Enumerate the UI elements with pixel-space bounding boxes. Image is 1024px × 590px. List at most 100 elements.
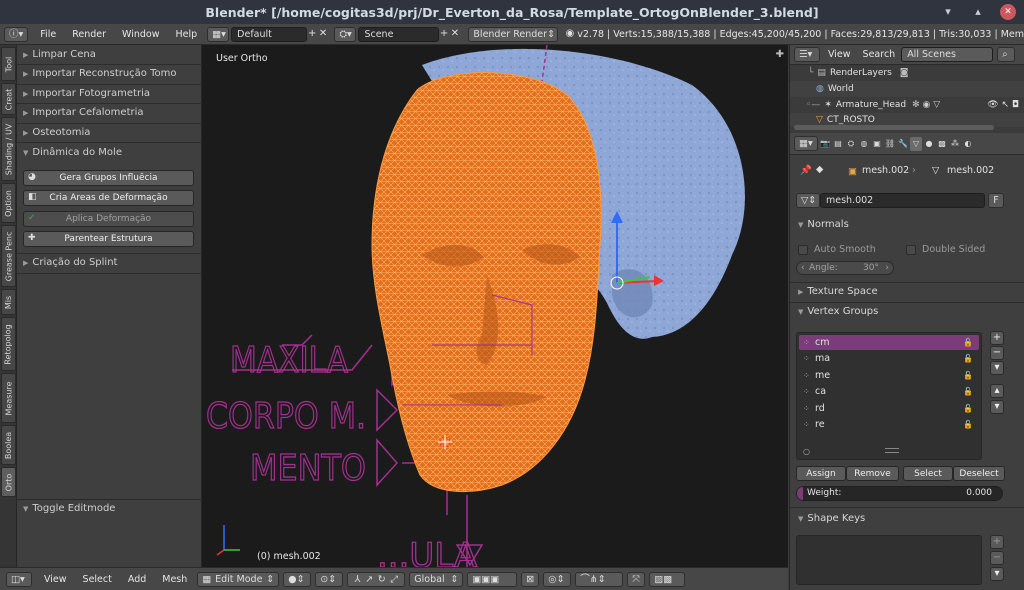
- fake-user-button[interactable]: F: [988, 193, 1004, 208]
- gera-grupos-button[interactable]: ◕ Gera Grupos Influêcia: [23, 170, 194, 186]
- menu-render[interactable]: Render: [64, 29, 114, 40]
- select-mode-icon[interactable]: ⊠: [521, 571, 540, 587]
- double-sided-checkbox[interactable]: Double Sided: [906, 244, 985, 255]
- vertex-group-row[interactable]: ⁘ ca 🔓: [799, 384, 979, 399]
- vertex-group-row[interactable]: ⁘ me 🔓: [799, 368, 979, 383]
- outliner-scrollbar[interactable]: [794, 125, 994, 130]
- tab-tool[interactable]: Tool: [1, 47, 16, 81]
- lock-icon[interactable]: 🔓: [963, 371, 973, 380]
- lock-icon[interactable]: 🔓: [963, 338, 973, 347]
- remove-vertex-group-button[interactable]: −: [990, 346, 1004, 360]
- vertex-group-row[interactable]: ⁘ ma 🔓: [799, 351, 979, 366]
- angle-field[interactable]: ‹ Angle: 30° ›: [796, 261, 894, 275]
- visibility-icons[interactable]: 👁 ↖ ◘: [987, 100, 1019, 110]
- shape-key-list[interactable]: [796, 535, 982, 585]
- snap-target-icon[interactable]: ⤧: [627, 571, 646, 587]
- tab-shading-uv[interactable]: Shading / UV: [1, 117, 16, 181]
- resize-grip-icon[interactable]: [885, 448, 899, 453]
- vertex-group-row[interactable]: ⁘ re 🔓: [799, 417, 979, 432]
- remove-shape-key-button[interactable]: −: [990, 551, 1004, 565]
- render-layers-tab-icon[interactable]: ▤: [832, 137, 844, 151]
- add-vertex-group-button[interactable]: +: [990, 331, 1004, 345]
- assign-button[interactable]: Assign: [796, 466, 846, 481]
- outliner-menu-search[interactable]: Search: [859, 49, 900, 60]
- maximize-icon[interactable]: ▴: [970, 4, 986, 20]
- object-tab-icon[interactable]: ▣: [871, 137, 883, 151]
- expand-icon[interactable]: ✚: [776, 49, 784, 60]
- outliner-row-renderlayers[interactable]: └ ▤ RenderLayers ◙: [790, 65, 1024, 81]
- lock-icon[interactable]: 🔓: [963, 354, 973, 363]
- shading-select[interactable]: ●⇕: [283, 571, 312, 587]
- tab-options[interactable]: Option: [1, 183, 16, 223]
- menu-view[interactable]: View: [36, 574, 75, 585]
- close-icon[interactable]: ✕: [1000, 4, 1016, 20]
- manipulator-toggles[interactable]: ⅄ ↗ ↻ ⤢: [347, 571, 406, 587]
- menu-help[interactable]: Help: [167, 29, 205, 40]
- lock-icon[interactable]: 🔓: [963, 387, 973, 396]
- outliner-menu-view[interactable]: View: [820, 49, 859, 60]
- pin-icon[interactable]: 📌: [800, 165, 812, 176]
- mesh-browse-icon[interactable]: ▽⇕: [796, 193, 820, 208]
- tab-measure[interactable]: Measure: [1, 373, 16, 423]
- editor-type-3d-icon[interactable]: ◫▾: [6, 571, 32, 587]
- scene-field[interactable]: Scene: [358, 26, 439, 42]
- lock-icon[interactable]: 🔓: [963, 420, 973, 429]
- tab-create[interactable]: Creat: [1, 83, 16, 115]
- shape-keys-panel[interactable]: ▼ Shape Keys: [798, 513, 865, 524]
- search-icon[interactable]: ⌕: [997, 47, 1016, 62]
- constraints-tab-icon[interactable]: ⛓: [884, 137, 896, 151]
- select-button[interactable]: Select: [903, 466, 953, 481]
- editor-type-properties-icon[interactable]: ▦▾: [794, 136, 818, 151]
- deselect-button[interactable]: Deselect: [953, 466, 1005, 481]
- world-tab-icon[interactable]: ◍: [858, 137, 870, 151]
- add-screen-icon[interactable]: +: [307, 27, 318, 41]
- menu-add[interactable]: Add: [120, 574, 154, 585]
- tab-boolean[interactable]: Boolea: [1, 425, 16, 465]
- material-tab-icon[interactable]: ●: [923, 137, 935, 151]
- snap-toggles[interactable]: ⌒⋔⇕: [575, 571, 624, 587]
- add-scene-icon[interactable]: +: [439, 27, 450, 41]
- move-up-button[interactable]: ▴: [990, 384, 1004, 398]
- parentear-estrutura-button[interactable]: ✚ Parentear Estrutura: [23, 231, 194, 247]
- panel-limpar-cena[interactable]: ▶ Limpar Cena: [23, 49, 96, 60]
- minimize-icon[interactable]: ▾: [940, 4, 956, 20]
- vertex-group-specials-button[interactable]: ▾: [990, 361, 1004, 375]
- physics-tab-icon[interactable]: ◐: [962, 137, 974, 151]
- tab-orto[interactable]: Orto: [1, 467, 16, 497]
- vertex-group-list[interactable]: ⁘ cm 🔓 ⁘ ma 🔓 ⁘ me 🔓 ⁘ ca 🔓 ⁘ rd 🔓 ⁘ re 🔓 ○: [796, 332, 982, 460]
- remove-button[interactable]: Remove: [846, 466, 899, 481]
- menu-file[interactable]: File: [32, 29, 64, 40]
- outliner-filter-select[interactable]: All Scenes: [901, 47, 994, 62]
- vertex-groups-panel[interactable]: ▼ Vertex Groups: [798, 306, 878, 317]
- layer-buttons[interactable]: ▣▣▣: [467, 571, 518, 587]
- panel-importar-fotogrametria[interactable]: ▶ Importar Fotogrametria: [23, 88, 150, 99]
- move-down-button[interactable]: ▾: [990, 400, 1004, 414]
- panel-importar-tomo[interactable]: ▶ Importar Reconstrução Tomo: [23, 68, 177, 79]
- proportional-edit-select[interactable]: ◎⇕: [543, 571, 572, 587]
- panel-criacao-splint[interactable]: ▶ Criação do Splint: [23, 257, 117, 268]
- pivot-select[interactable]: ⊙⇕: [315, 571, 344, 587]
- tab-misc[interactable]: Mis: [1, 289, 16, 315]
- vertex-group-row[interactable]: ⁘ cm 🔓: [799, 335, 979, 350]
- editor-type-info-icon[interactable]: ⓘ▾: [4, 26, 29, 42]
- panel-toggle-editmode[interactable]: ▼ Toggle Editmode: [23, 503, 115, 514]
- vertex-group-row[interactable]: ⁘ rd 🔓: [799, 401, 979, 416]
- 3d-viewport[interactable]: MAXILA CORPO M. MENTO ...ULA User Ortho …: [202, 45, 788, 567]
- scene-icon[interactable]: ⛭▾: [334, 26, 357, 42]
- texture-space-panel[interactable]: ▶ Texture Space: [798, 286, 878, 297]
- lock-icon[interactable]: 🔓: [963, 404, 973, 413]
- shape-key-specials-button[interactable]: ▾: [990, 567, 1004, 581]
- render-engine-select[interactable]: Blender Render ⇕: [468, 26, 559, 42]
- weight-slider[interactable]: Weight: 0.000: [796, 486, 1003, 501]
- menu-window[interactable]: Window: [114, 29, 167, 40]
- remove-scene-icon[interactable]: ✕: [450, 27, 461, 41]
- normals-panel[interactable]: ▼ Normals: [798, 219, 849, 230]
- orientation-select[interactable]: Global ⇕: [409, 571, 464, 587]
- render-tab-icon[interactable]: 📷: [819, 137, 831, 151]
- data-tab-icon[interactable]: ▽: [910, 136, 922, 151]
- modifiers-tab-icon[interactable]: 🔧: [897, 137, 909, 151]
- add-shape-key-button[interactable]: +: [990, 535, 1004, 549]
- panel-osteotomia[interactable]: ▶ Osteotomia: [23, 127, 90, 138]
- panel-dinamica-mole[interactable]: ▼ Dinâmica do Mole: [23, 147, 122, 158]
- outliner-row-world[interactable]: ◍ World: [790, 81, 1024, 97]
